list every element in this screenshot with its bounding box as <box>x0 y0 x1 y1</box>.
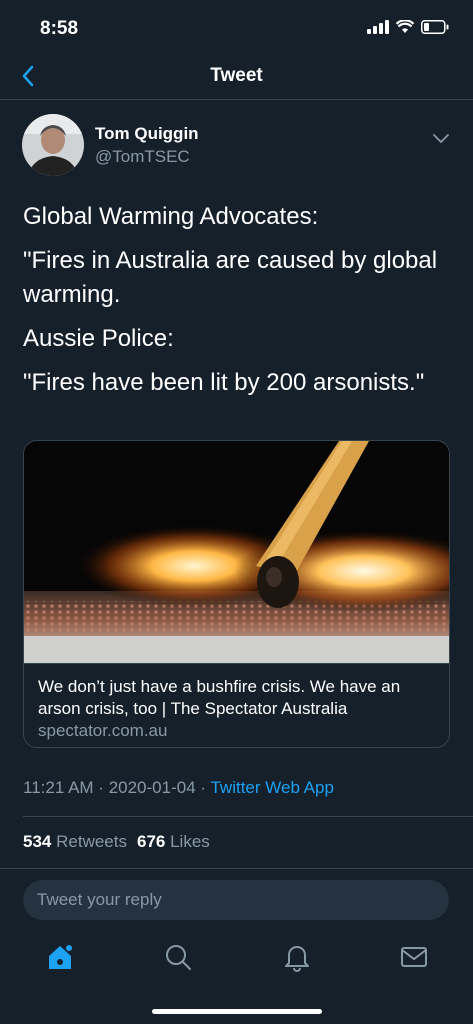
tweet-source-link[interactable]: Twitter Web App <box>210 778 333 797</box>
tweet-text: Global Warming Advocates: "Fires in Aust… <box>23 200 453 410</box>
divider <box>23 816 473 817</box>
tweet-time: 11:21 AM <box>23 778 94 797</box>
home-icon[interactable] <box>45 942 75 972</box>
messages-icon[interactable] <box>399 942 429 972</box>
likes-stat[interactable]: 676 Likes <box>137 832 210 851</box>
divider <box>0 868 473 869</box>
tweet-paragraph: "Fires in Australia are caused by global… <box>23 247 438 308</box>
tweet-date: 2020-01-04 <box>108 778 196 797</box>
battery-icon <box>421 20 449 34</box>
tweet-paragraph: Aussie Police: <box>23 325 174 352</box>
author-name[interactable]: Tom Quiggin <box>95 124 199 144</box>
chevron-down-icon[interactable] <box>429 126 453 150</box>
page-title: Tweet <box>210 65 263 86</box>
wifi-icon <box>396 20 414 33</box>
tweet-meta: 11:21 AM · 2020-01-04 · Twitter Web App <box>23 778 334 798</box>
status-bar: 8:58 <box>0 0 473 52</box>
notifications-icon[interactable] <box>282 942 312 972</box>
retweets-label: Retweets <box>56 832 127 851</box>
tab-bar <box>0 930 473 986</box>
card-body: We don’t just have a bushfire crisis. We… <box>24 663 449 747</box>
tweet-paragraph: Global Warming Advocates: <box>23 203 319 230</box>
link-card[interactable]: We don’t just have a bushfire crisis. We… <box>23 440 450 748</box>
likes-count: 676 <box>136 832 166 851</box>
reply-input[interactable]: Tweet your reply <box>23 880 449 920</box>
retweets-count: 534 <box>23 832 52 851</box>
card-domain: spectator.com.au <box>38 721 168 740</box>
tweet-stats: 534 Retweets 676 Likes <box>23 832 210 852</box>
meta-separator: · <box>93 778 109 797</box>
author-handle[interactable]: @TomTSEC <box>95 147 190 167</box>
search-icon[interactable] <box>163 942 193 972</box>
nav-bar: Tweet <box>0 52 473 100</box>
signal-icon <box>367 20 389 34</box>
status-time: 8:58 <box>40 18 79 39</box>
card-title: We don’t just have a bushfire crisis. We… <box>38 677 401 718</box>
home-indicator[interactable] <box>152 1009 322 1014</box>
match-flame-image <box>24 441 449 663</box>
likes-label: Likes <box>170 832 210 851</box>
retweets-stat[interactable]: 534 Retweets <box>23 832 127 851</box>
meta-separator: · <box>195 778 211 797</box>
status-icons <box>367 20 449 34</box>
tweet-paragraph: "Fires have been lit by 200 arsonists." <box>23 369 425 396</box>
avatar[interactable] <box>22 114 84 176</box>
tweet-author: Tom Quiggin @TomTSEC <box>22 114 453 178</box>
